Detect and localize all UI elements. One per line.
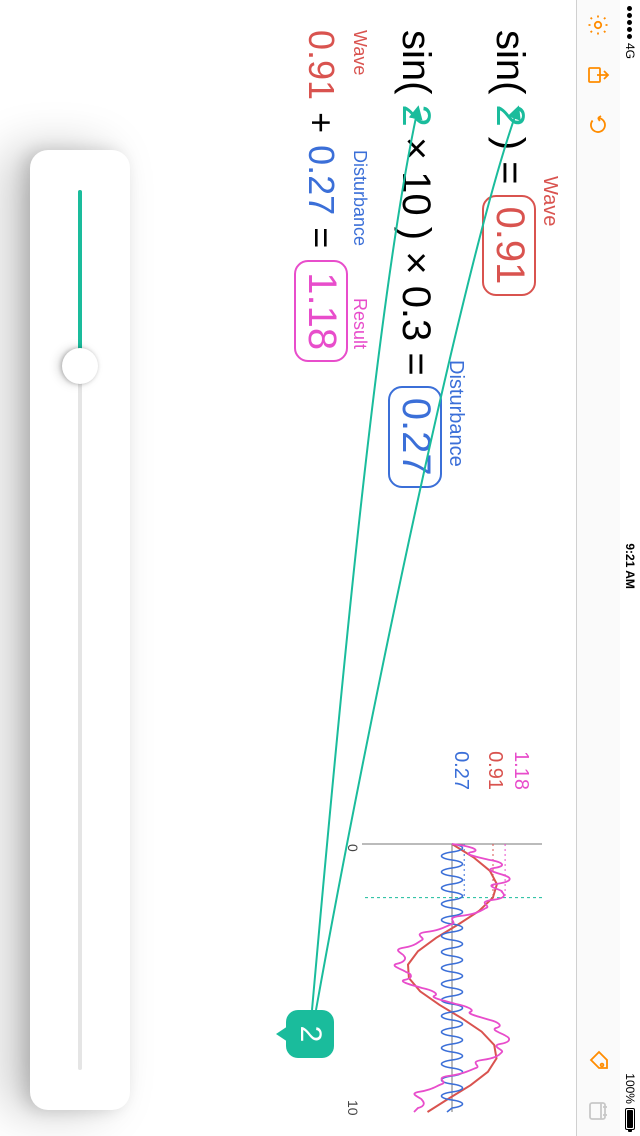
- variable-slider[interactable]: [78, 190, 82, 1070]
- status-bar: 4G 9:21 AM 100%: [620, 0, 640, 1136]
- wave-label-2: Wave: [348, 30, 370, 75]
- wave-var[interactable]: 2: [486, 104, 534, 126]
- calendar-button[interactable]: [586, 1098, 612, 1124]
- result-label: Result: [348, 298, 370, 349]
- settings-button[interactable]: [586, 12, 612, 38]
- chart[interactable]: 1.18 0.91 0.27 2 -2 0 10: [347, 838, 552, 1118]
- disturbance-equation-row[interactable]: Disturbance sin( 2 × 10 ) × 0.3 = 0.27: [388, 30, 442, 488]
- chart-svg: 2 -2 0 10: [347, 838, 552, 1118]
- result-value[interactable]: 1.18: [294, 260, 348, 362]
- eq-sign: =: [300, 227, 343, 248]
- variable-value-bubble[interactable]: 2: [286, 1010, 334, 1058]
- undo-button[interactable]: [586, 112, 612, 138]
- disturbance-label-2: Disturbance: [348, 150, 370, 246]
- wave-value[interactable]: 0.91: [482, 195, 536, 297]
- gear-icon: [587, 13, 611, 37]
- wave-value-2: 0.91: [300, 30, 343, 100]
- equations-block: Wave sin( 2 ) = 0.91 Disturbance sin( 2 …: [274, 24, 536, 488]
- undo-icon: [587, 113, 611, 137]
- battery-icon: [625, 1108, 635, 1130]
- dist-expr-pre: sin(: [392, 30, 440, 94]
- slider-fill: [78, 190, 82, 366]
- chart-label-result: 1.18: [509, 751, 532, 790]
- clock: 9:21 AM: [623, 543, 637, 589]
- chart-label-wave: 0.91: [483, 751, 506, 790]
- dist-expr-mid: × 10 ) × 0.3 =: [392, 137, 440, 376]
- dist-var[interactable]: 2: [392, 104, 440, 126]
- slider-panel: [30, 150, 130, 1110]
- dist-value-2: 0.27: [300, 145, 343, 215]
- wave-equation-row[interactable]: Wave sin( 2 ) = 0.91: [482, 30, 536, 488]
- share-button[interactable]: [586, 62, 612, 88]
- carrier-label: 4G: [623, 43, 637, 59]
- calendar-icon: [587, 1099, 611, 1123]
- plus-sign: +: [300, 112, 343, 133]
- result-equation-row[interactable]: Wave 0.91 + Disturbance 0.27 = Result 1.…: [294, 30, 348, 488]
- signal-dots-icon: [628, 6, 633, 39]
- chart-label-dist: 0.27: [449, 751, 472, 790]
- disturbance-label: Disturbance: [444, 360, 468, 467]
- tag-button[interactable]: [586, 1048, 612, 1074]
- tag-icon: [587, 1049, 611, 1073]
- toolbar: [576, 0, 620, 1136]
- share-icon: [587, 63, 611, 87]
- wave-expr-post: ) =: [486, 137, 534, 185]
- dist-value[interactable]: 0.27: [388, 386, 442, 488]
- x-tick-right: 10: [347, 1100, 361, 1116]
- slider-thumb[interactable]: [62, 348, 98, 384]
- content-area: Wave sin( 2 ) = 0.91 Disturbance sin( 2 …: [0, 0, 576, 1136]
- wave-expr-pre: sin(: [486, 30, 534, 94]
- x-tick-left: 0: [347, 844, 361, 852]
- battery-pct: 100%: [623, 1073, 637, 1104]
- wave-label: Wave: [538, 176, 562, 226]
